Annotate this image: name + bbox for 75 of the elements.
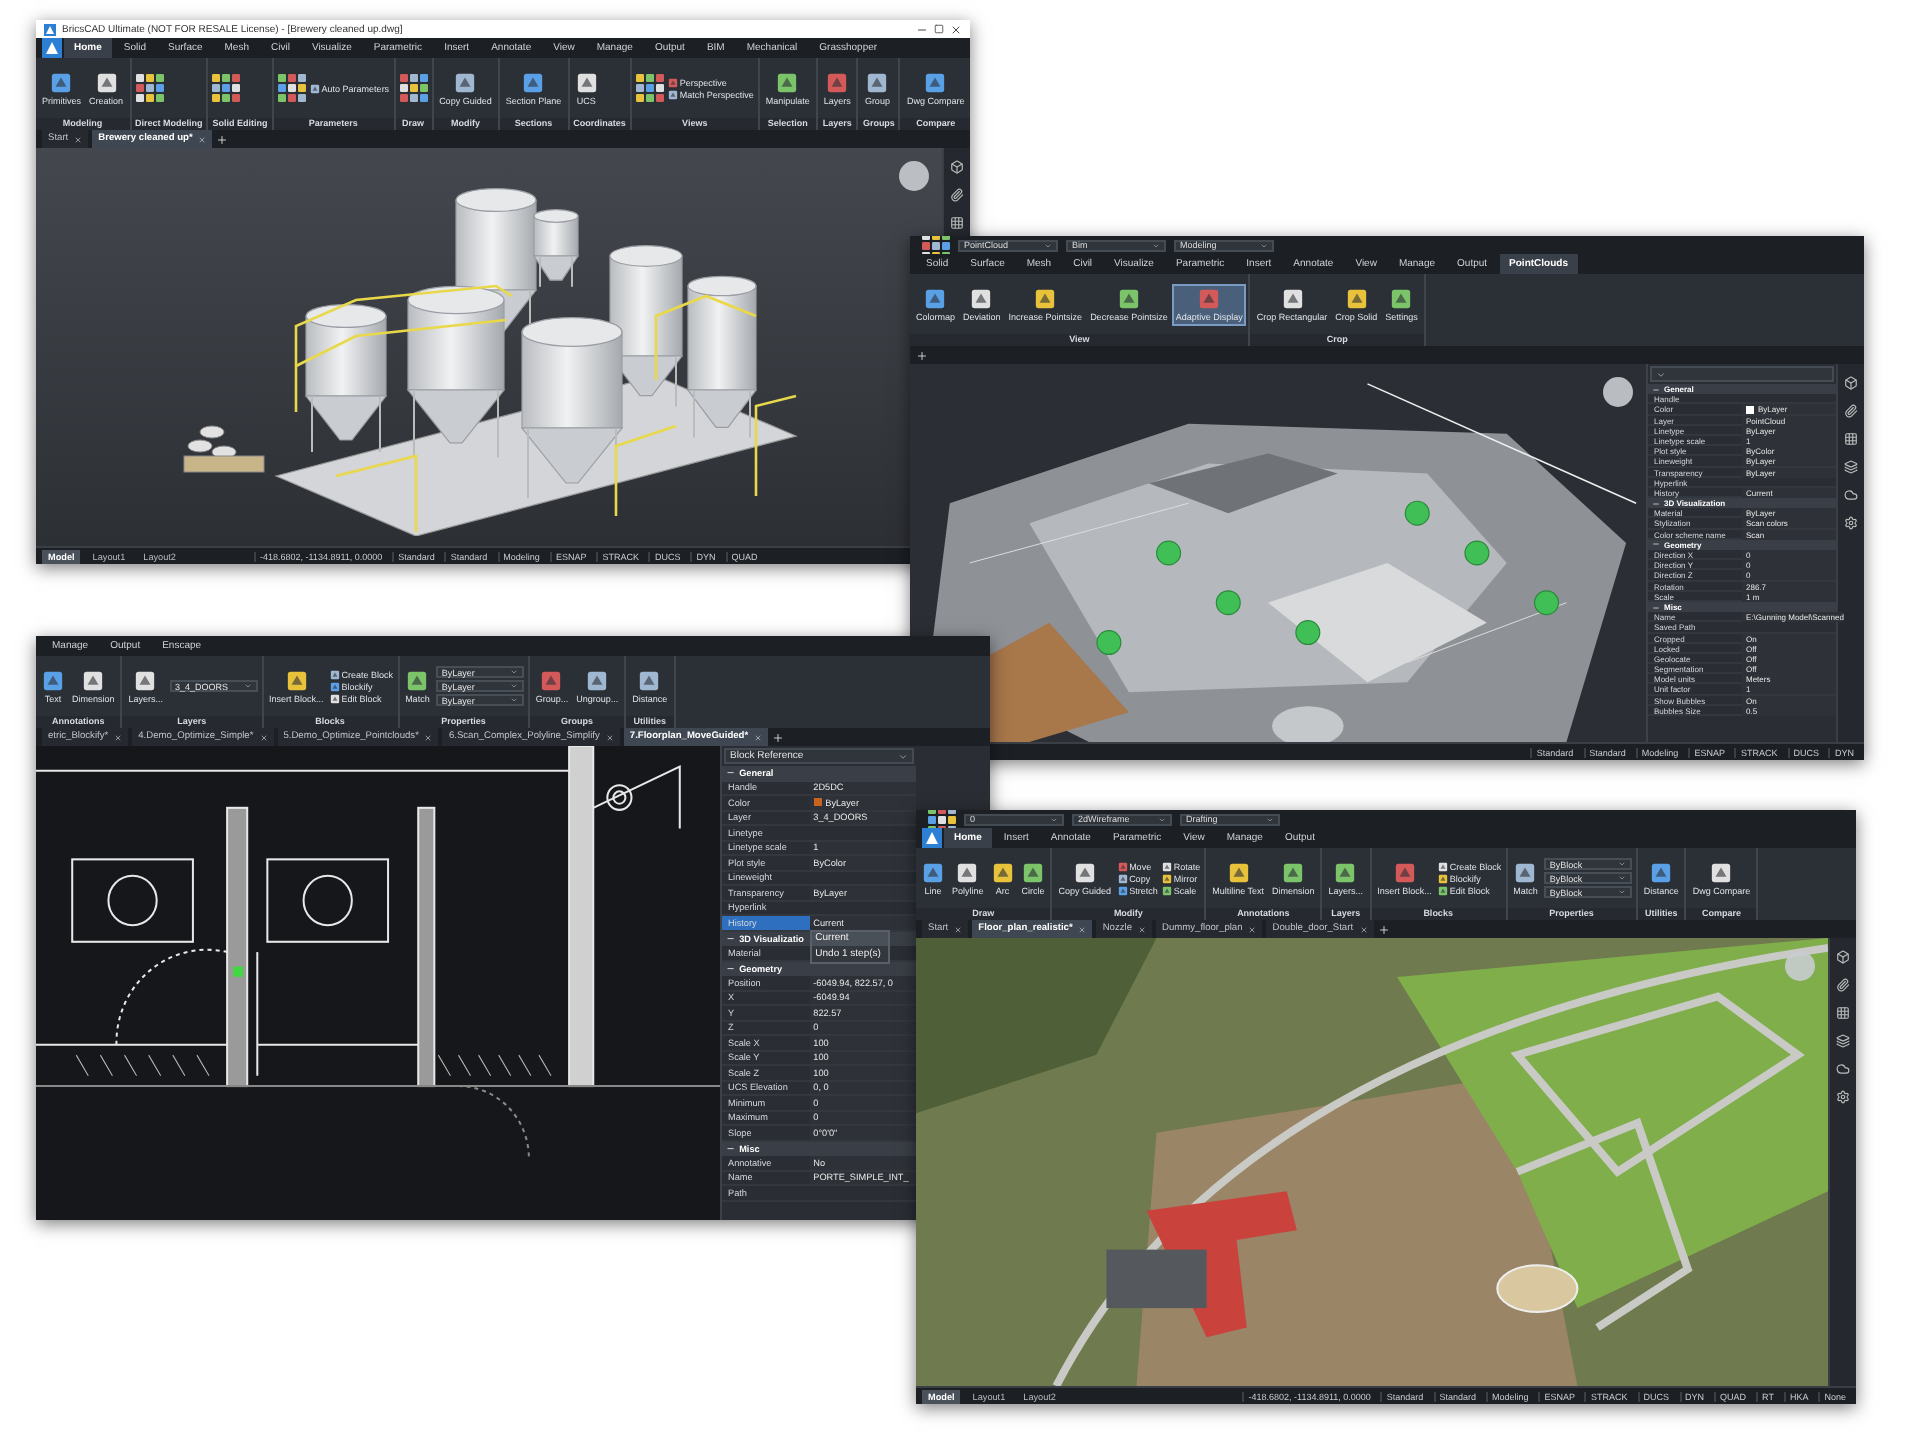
grid-icon[interactable] xyxy=(1836,1006,1850,1020)
tool-icon xyxy=(1227,861,1250,883)
view-cube-icon[interactable] xyxy=(898,160,930,192)
tool-icon xyxy=(82,669,105,691)
new-tab-icon[interactable] xyxy=(216,133,229,145)
tool-icon xyxy=(1393,861,1416,883)
new-tab-icon[interactable] xyxy=(916,349,928,361)
collapse-icon xyxy=(726,1143,736,1154)
tool-icon xyxy=(95,71,118,93)
tool-icon xyxy=(826,71,849,93)
tool-icon xyxy=(1334,861,1357,883)
tool-icon xyxy=(575,71,598,93)
layers-icon[interactable] xyxy=(1844,460,1858,474)
tool-icon xyxy=(134,669,157,691)
cloud-icon[interactable] xyxy=(1844,488,1858,502)
tool-icon xyxy=(540,669,563,691)
layers-icon[interactable] xyxy=(1836,1034,1850,1048)
tool-icon xyxy=(866,71,889,93)
tool-icon xyxy=(1198,287,1221,309)
tool-icon xyxy=(991,861,1014,883)
collapse-icon xyxy=(726,963,736,974)
caret-icon xyxy=(898,751,908,761)
tool-icon xyxy=(922,861,944,883)
paperclip-icon[interactable] xyxy=(1844,404,1858,418)
tool-icon xyxy=(406,669,429,691)
minimize-icon[interactable] xyxy=(916,23,928,35)
cube-icon[interactable] xyxy=(1844,376,1858,390)
grid-icon[interactable] xyxy=(1844,432,1858,446)
tool-icon xyxy=(1281,287,1304,309)
icon-grid-drawing xyxy=(212,74,241,102)
grid-icon[interactable] xyxy=(950,216,964,230)
close-icon[interactable] xyxy=(950,23,962,35)
tool-icon xyxy=(42,669,64,691)
icon-grid-drawing xyxy=(399,74,428,102)
tool-icon xyxy=(1034,287,1057,309)
new-tab-icon[interactable] xyxy=(772,731,785,743)
tool-icon xyxy=(1710,861,1733,883)
settings-icon[interactable] xyxy=(1836,1090,1850,1104)
new-tab-icon[interactable] xyxy=(1377,923,1390,935)
icon-grid-drawing xyxy=(135,74,164,102)
tool-icon xyxy=(1345,287,1368,309)
tool-icon xyxy=(522,71,545,93)
cube-icon[interactable] xyxy=(1836,950,1850,964)
tool-icon xyxy=(924,287,947,309)
tool-icon xyxy=(454,71,477,93)
settings-icon[interactable] xyxy=(1844,516,1858,530)
tool-icon xyxy=(1073,861,1096,883)
cloud-icon[interactable] xyxy=(1836,1062,1850,1076)
cube-icon[interactable] xyxy=(950,160,964,174)
tool-icon xyxy=(1650,861,1673,883)
paperclip-icon[interactable] xyxy=(1836,978,1850,992)
tool-icon xyxy=(1282,861,1305,883)
tool-icon xyxy=(285,669,308,691)
tool-icon xyxy=(638,669,661,691)
tool-icon xyxy=(1117,287,1140,309)
collapse-icon xyxy=(726,933,736,944)
tool-icon xyxy=(586,669,609,691)
tool-icon xyxy=(309,83,320,93)
app-menu-icon[interactable] xyxy=(42,38,62,58)
icon-grid-drawing xyxy=(277,74,306,102)
icon-grid-drawing xyxy=(635,74,664,102)
tool-icon xyxy=(956,861,979,883)
view-cube-icon[interactable] xyxy=(1602,376,1634,408)
collapse-icon xyxy=(726,768,736,779)
tool-icon xyxy=(924,71,947,93)
tool-icon xyxy=(1514,861,1537,883)
app-menu-icon[interactable] xyxy=(922,828,942,848)
tool-icon xyxy=(970,287,993,309)
tool-icon xyxy=(1022,861,1045,883)
caret-icon xyxy=(1656,369,1666,379)
tool-icon xyxy=(50,71,73,93)
paperclip-icon[interactable] xyxy=(950,188,964,202)
tool-icon xyxy=(1390,287,1413,309)
tool-icon xyxy=(776,71,799,93)
maximize-icon[interactable] xyxy=(934,24,944,34)
